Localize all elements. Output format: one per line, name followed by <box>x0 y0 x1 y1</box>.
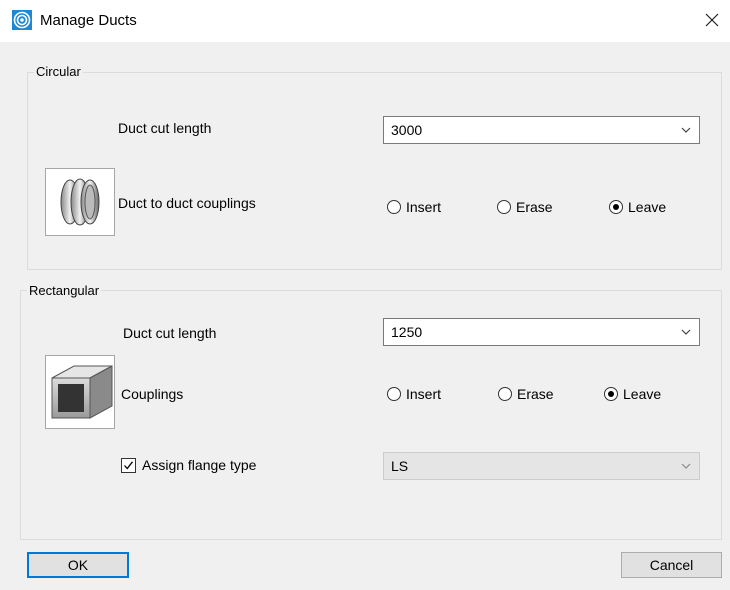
rectangular-couplings-label: Couplings <box>121 386 184 402</box>
circular-couplings-label: Duct to duct couplings <box>118 195 256 211</box>
circular-erase-label: Erase <box>516 199 553 215</box>
rectangular-group-legend: Rectangular <box>27 283 102 298</box>
radio-circle-selected <box>604 387 618 401</box>
assign-flange-type-label: Assign flange type <box>142 457 257 473</box>
circular-erase-radio[interactable]: Erase <box>497 198 567 218</box>
circular-insert-label: Insert <box>406 199 442 215</box>
ok-button[interactable]: OK <box>27 552 129 578</box>
circular-leave-label: Leave <box>628 199 667 215</box>
rectangular-erase-label: Erase <box>517 386 554 402</box>
circular-coupling-thumbnail <box>45 168 115 236</box>
cancel-button[interactable]: Cancel <box>621 552 722 578</box>
radio-circle <box>497 200 511 214</box>
circular-group-legend: Circular <box>34 64 83 79</box>
close-button[interactable] <box>696 0 730 40</box>
rectangular-leave-radio[interactable]: Leave <box>604 385 674 405</box>
rectangular-duct-cut-length-value: 1250 <box>391 324 423 340</box>
flange-type-dropdown[interactable]: LS <box>383 452 700 480</box>
circular-insert-radio[interactable]: Insert <box>387 198 457 218</box>
circular-duct-cut-length-value: 3000 <box>391 122 423 138</box>
rectangular-insert-label: Insert <box>406 386 442 402</box>
circular-leave-radio[interactable]: Leave <box>609 198 679 218</box>
radio-circle-selected <box>609 200 623 214</box>
circular-duct-cut-length-dropdown[interactable]: 3000 <box>383 116 700 144</box>
window-title: Manage Ducts <box>40 12 137 29</box>
chevron-down-icon <box>681 127 691 133</box>
flange-type-value: LS <box>391 458 409 474</box>
radio-circle <box>387 200 401 214</box>
rectangular-duct-thumbnail <box>45 355 115 429</box>
rectangular-leave-label: Leave <box>623 386 662 402</box>
rectangular-duct-cut-length-dropdown[interactable]: 1250 <box>383 318 700 346</box>
rectangular-erase-radio[interactable]: Erase <box>498 385 568 405</box>
rectangular-insert-radio[interactable]: Insert <box>387 385 457 405</box>
close-icon <box>705 13 719 27</box>
rectangular-duct-cut-length-label: Duct cut length <box>123 325 217 341</box>
circular-duct-cut-length-label: Duct cut length <box>118 120 212 136</box>
manage-ducts-app-icon <box>12 10 32 30</box>
title-bar: Manage Ducts <box>0 0 730 42</box>
radio-circle <box>498 387 512 401</box>
checkmark-icon <box>124 461 134 470</box>
assign-flange-type-checkbox[interactable] <box>121 458 136 473</box>
radio-circle <box>387 387 401 401</box>
circular-group <box>27 72 722 270</box>
chevron-down-icon <box>681 329 691 335</box>
chevron-down-icon <box>681 463 691 469</box>
